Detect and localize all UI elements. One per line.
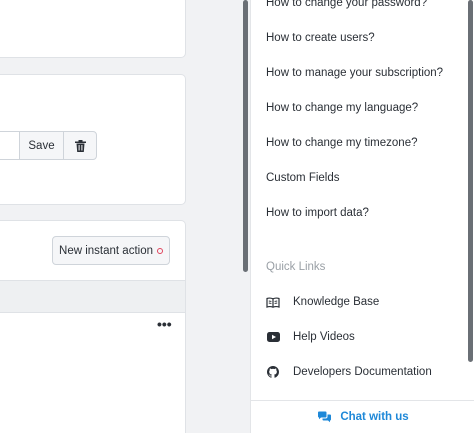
chat-label: Chat with us [340, 411, 409, 423]
github-icon [266, 366, 280, 378]
chat-bubbles-icon [318, 411, 332, 423]
help-link-manage-subscription[interactable]: How to manage your subscription? [266, 67, 443, 79]
quick-link-label: Help Videos [293, 331, 355, 343]
help-link-import-data[interactable]: How to import data? [266, 207, 369, 219]
quick-link-developers-documentation[interactable]: Developers Documentation [266, 366, 432, 378]
chat-with-us-button[interactable]: Chat with us [251, 400, 474, 433]
main-scrollbar[interactable] [243, 0, 248, 272]
quick-links-title: Quick Links [266, 261, 326, 273]
trash-icon [74, 139, 86, 152]
help-panel: How to change your password? How to crea… [250, 0, 474, 433]
save-button[interactable]: Save [19, 131, 64, 160]
help-link-create-users[interactable]: How to create users? [266, 32, 375, 44]
help-panel-scrollbar[interactable] [468, 0, 473, 362]
settings-card-middle: Save [0, 74, 186, 205]
delete-button[interactable] [63, 131, 97, 160]
new-instant-action-button[interactable]: New instant action [52, 236, 170, 265]
instant-actions-card: New instant action ••• [0, 220, 186, 433]
text-input[interactable] [0, 131, 20, 160]
quick-link-knowledge-base[interactable]: Knowledge Base [266, 296, 379, 308]
book-icon [266, 296, 280, 308]
new-instant-action-label: New instant action [59, 244, 153, 257]
youtube-icon [266, 331, 280, 343]
help-link-change-password[interactable]: How to change your password? [266, 0, 427, 9]
quick-link-label: Developers Documentation [293, 366, 432, 378]
quick-link-label: Knowledge Base [293, 296, 380, 308]
status-dot-icon [156, 247, 163, 254]
settings-card-top [0, 0, 186, 58]
more-options-icon[interactable]: ••• [157, 317, 172, 331]
table-header [0, 280, 185, 313]
help-link-change-timezone[interactable]: How to change my timezone? [266, 137, 418, 149]
quick-link-help-videos[interactable]: Help Videos [266, 331, 355, 343]
help-link-change-language[interactable]: How to change my language? [266, 102, 418, 114]
help-link-custom-fields[interactable]: Custom Fields [266, 172, 340, 184]
